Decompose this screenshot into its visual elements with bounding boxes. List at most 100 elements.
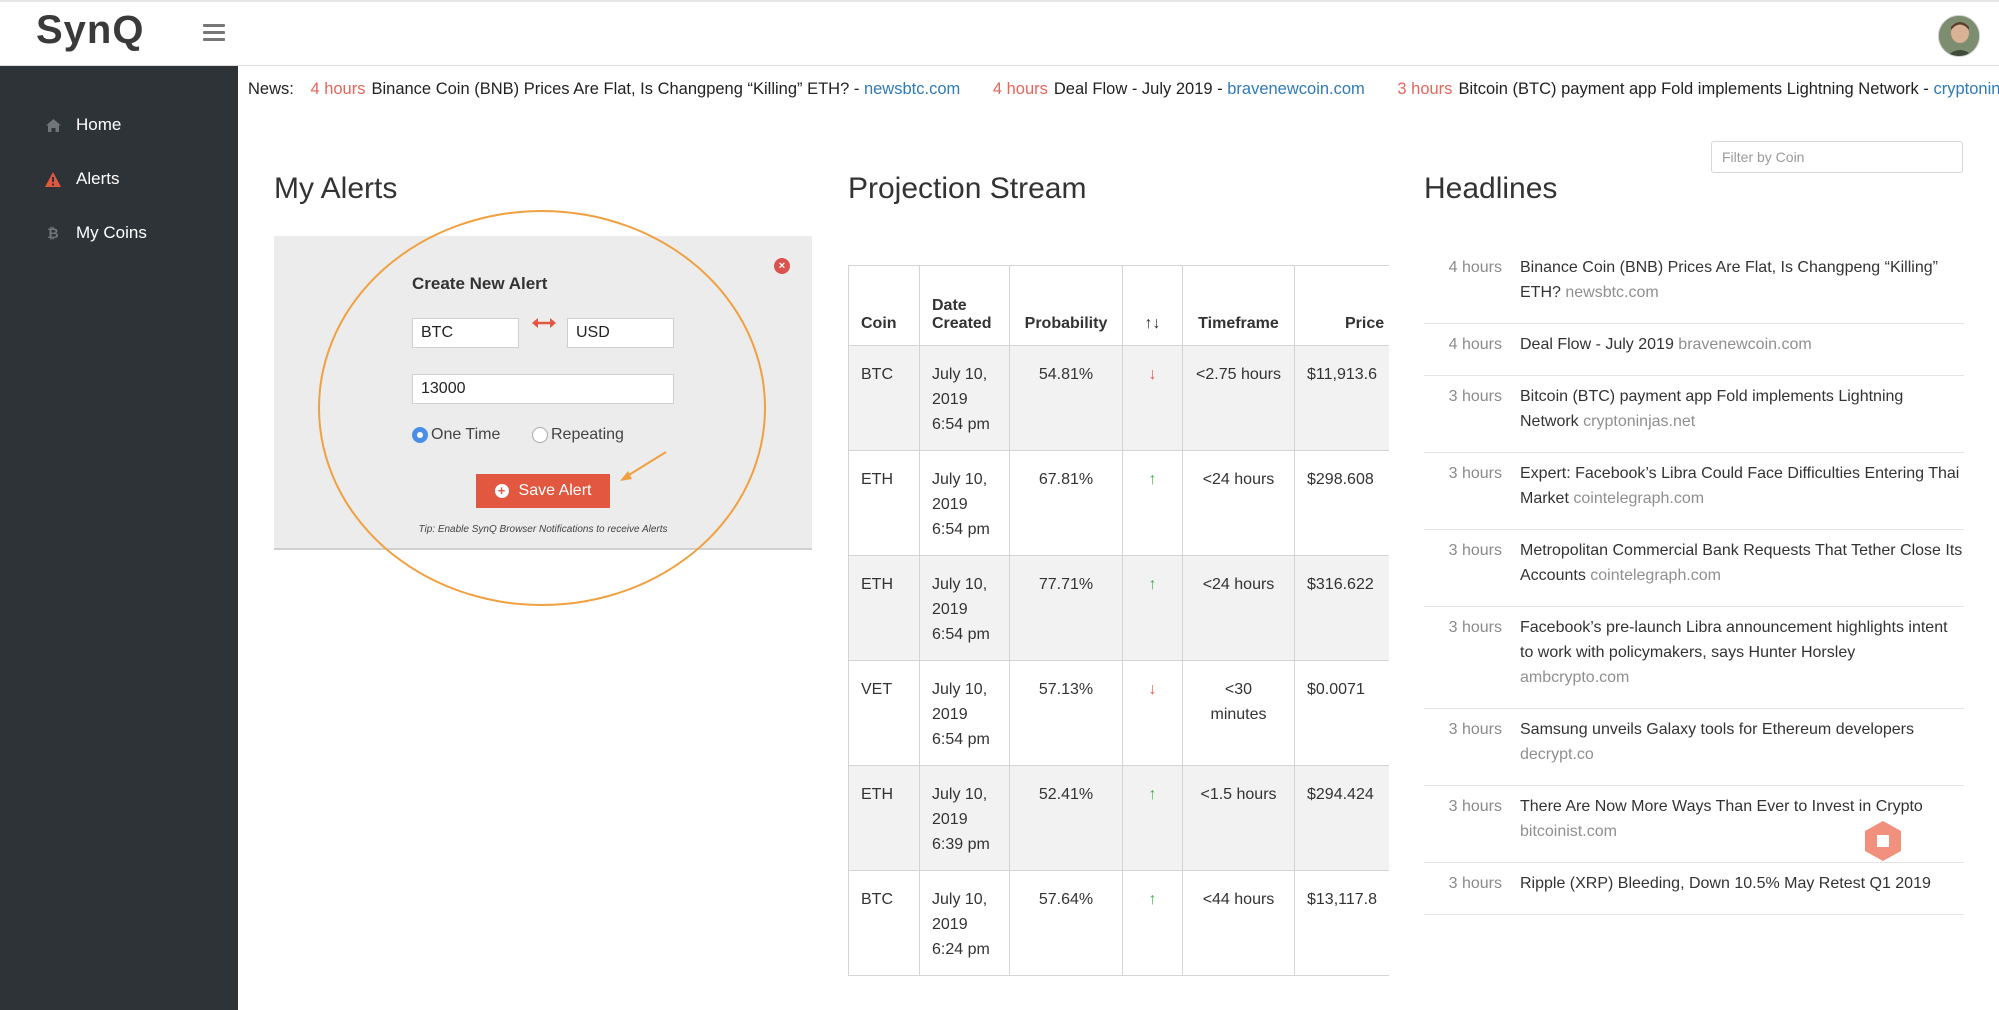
close-icon[interactable]: ×: [774, 258, 790, 274]
news-time: 4 hours: [310, 80, 366, 98]
headline-text[interactable]: Expert: Facebook’s Libra Could Face Diff…: [1520, 461, 1964, 511]
projection-table-container[interactable]: Coin Date Created Probability ↑↓ Timefra…: [848, 265, 1389, 990]
cell-probability: 57.64%: [1009, 870, 1123, 976]
stop-button-icon[interactable]: [1862, 820, 1904, 862]
headline-text[interactable]: Metropolitan Commercial Bank Requests Th…: [1520, 538, 1964, 588]
projection-table: Coin Date Created Probability ↑↓ Timefra…: [848, 265, 1389, 976]
headline-text[interactable]: Bitcoin (BTC) payment app Fold implement…: [1520, 384, 1964, 434]
cell-date-created: July 10, 2019 6:54 pm: [919, 660, 1010, 766]
table-row[interactable]: VET July 10, 2019 6:54 pm 57.13% ↓ <30 minut…: [848, 660, 1389, 766]
menu-toggle-icon[interactable]: [203, 24, 225, 42]
warning-icon: [44, 170, 62, 188]
price-threshold-input[interactable]: [412, 374, 674, 404]
top-bar: SynQ: [0, 0, 1999, 66]
table-row[interactable]: BTC July 10, 2019 6:24 pm 57.64% ↑ <44 hours…: [848, 870, 1389, 976]
cell-price: $0.0071: [1294, 660, 1389, 766]
headline-title: Deal Flow - July 2019: [1520, 336, 1674, 353]
cell-timeframe: <2.75 hours: [1182, 345, 1295, 451]
news-item[interactable]: 4 hours Deal Flow - July 2019 - bravenewc…: [993, 80, 1370, 98]
headline-text[interactable]: Deal Flow - July 2019 bravenewcoin.com: [1520, 332, 1812, 357]
news-source-link[interactable]: newsbtc.com: [864, 80, 960, 98]
sidebar-item-label: Alerts: [76, 169, 120, 188]
headline-item[interactable]: 3 hours Expert: Facebook’s Libra Could Fa…: [1424, 453, 1964, 530]
headline-source-link[interactable]: decrypt.co: [1520, 746, 1594, 763]
headline-item[interactable]: 3 hours Facebook’s pre-launch Libra annou…: [1424, 607, 1964, 709]
table-row[interactable]: BTC July 10, 2019 6:54 pm 54.81% ↓ <2.75 hou…: [848, 345, 1389, 451]
cell-date-created: July 10, 2019 6:54 pm: [919, 555, 1010, 661]
column-header-coin[interactable]: Coin: [848, 265, 920, 346]
cell-price: $316.622: [1294, 555, 1389, 661]
news-title: Binance Coin (BNB) Prices Are Flat, Is C…: [371, 80, 860, 98]
arrow-up-icon: ↑: [1122, 765, 1183, 871]
cell-date-created: July 10, 2019 6:54 pm: [919, 450, 1010, 556]
news-item[interactable]: 4 hours Binance Coin (BNB) Prices Are Fla…: [310, 80, 964, 98]
headline-item[interactable]: 4 hours Deal Flow - July 2019 bravenewcoi…: [1424, 324, 1964, 376]
headline-text[interactable]: Ripple (XRP) Bleeding, Down 10.5% May Re…: [1520, 871, 1931, 896]
cell-probability: 57.13%: [1009, 660, 1123, 766]
headline-item[interactable]: 3 hours Metropolitan Commercial Bank Requ…: [1424, 530, 1964, 607]
headline-item[interactable]: 3 hours Samsung unveils Galaxy tools for …: [1424, 709, 1964, 786]
headline-item[interactable]: 4 hours Binance Coin (BNB) Prices Are Fla…: [1424, 247, 1964, 324]
headline-source-link[interactable]: cointelegraph.com: [1573, 490, 1704, 507]
column-header-timeframe[interactable]: Timeframe: [1182, 265, 1295, 346]
cell-price: $11,913.6: [1294, 345, 1389, 451]
news-source-link[interactable]: cryptoninjas.net: [1933, 80, 1999, 98]
cell-price: $298.608: [1294, 450, 1389, 556]
one-time-label: One Time: [431, 426, 501, 443]
news-time: 3 hours: [1397, 80, 1453, 98]
news-source-link[interactable]: bravenewcoin.com: [1227, 80, 1365, 98]
news-item[interactable]: 3 hours Bitcoin (BTC) payment app Fold im…: [1397, 80, 1999, 98]
table-row[interactable]: ETH July 10, 2019 6:54 pm 77.71% ↑ <24 hours…: [848, 555, 1389, 661]
headline-item[interactable]: 3 hours Ripple (XRP) Bleeding, Down 10.5%…: [1424, 863, 1964, 915]
one-time-radio[interactable]: One Time: [412, 426, 500, 444]
news-time: 4 hours: [992, 80, 1048, 98]
filter-by-coin-input[interactable]: [1711, 141, 1963, 173]
headline-time: 4 hours: [1448, 336, 1502, 353]
cell-coin: BTC: [848, 870, 920, 976]
sidebar: Home Alerts ₿ My Coins: [0, 66, 238, 1010]
from-currency-input[interactable]: [412, 318, 519, 348]
projection-stream-title: Projection Stream: [848, 172, 1087, 205]
cell-timeframe: <24 hours: [1182, 450, 1295, 556]
column-header-date-created[interactable]: Date Created: [919, 265, 1010, 346]
cell-coin: BTC: [848, 345, 920, 451]
sort-direction-icon[interactable]: ↑↓: [1122, 265, 1183, 346]
headline-text[interactable]: Facebook’s pre-launch Libra announcement…: [1520, 615, 1964, 690]
table-row[interactable]: ETH July 10, 2019 6:39 pm 52.41% ↑ <1.5 hour…: [848, 765, 1389, 871]
radio-selected-icon[interactable]: [412, 427, 428, 443]
save-alert-label: Save Alert: [518, 482, 592, 499]
swap-arrows-icon[interactable]: [532, 316, 556, 330]
headline-source-link[interactable]: bravenewcoin.com: [1678, 336, 1811, 353]
arrow-up-icon: ↑: [1122, 870, 1183, 976]
sidebar-item-home[interactable]: Home: [44, 110, 121, 140]
headline-text[interactable]: Samsung unveils Galaxy tools for Ethereu…: [1520, 717, 1964, 767]
cell-price: $294.424: [1294, 765, 1389, 871]
save-alert-button[interactable]: + Save Alert: [476, 474, 610, 508]
cell-probability: 77.71%: [1009, 555, 1123, 661]
column-header-probability[interactable]: Probability: [1009, 265, 1123, 346]
cell-price: $13,117.8: [1294, 870, 1389, 976]
table-row[interactable]: ETH July 10, 2019 6:54 pm 67.81% ↑ <24 hours…: [848, 450, 1389, 556]
sidebar-item-alerts[interactable]: Alerts: [44, 164, 119, 194]
cell-coin: VET: [848, 660, 920, 766]
app-logo[interactable]: SynQ: [36, 8, 144, 53]
user-avatar[interactable]: [1938, 15, 1980, 57]
headline-source-link[interactable]: ambcrypto.com: [1520, 669, 1629, 686]
headline-text[interactable]: Binance Coin (BNB) Prices Are Flat, Is C…: [1520, 255, 1964, 305]
headline-source-link[interactable]: cointelegraph.com: [1590, 567, 1721, 584]
cell-probability: 52.41%: [1009, 765, 1123, 871]
news-ticker: News: 4 hours Binance Coin (BNB) Prices A…: [238, 66, 1999, 112]
radio-unselected-icon[interactable]: [532, 427, 548, 443]
repeating-radio[interactable]: Repeating: [532, 426, 624, 444]
headline-source-link[interactable]: cryptoninjas.net: [1583, 413, 1695, 430]
headline-source-link[interactable]: newsbtc.com: [1565, 284, 1658, 301]
headline-time: 3 hours: [1448, 465, 1502, 482]
headline-time: 3 hours: [1448, 388, 1502, 405]
headline-title: Bitcoin (BTC) payment app Fold implement…: [1520, 388, 1904, 430]
to-currency-input[interactable]: [567, 318, 674, 348]
create-alert-card: Create New Alert × One Time Repeating + …: [274, 236, 812, 550]
sidebar-item-my-coins[interactable]: ₿ My Coins: [44, 218, 147, 248]
column-header-price[interactable]: Price: [1294, 265, 1389, 346]
headline-item[interactable]: 3 hours Bitcoin (BTC) payment app Fold im…: [1424, 376, 1964, 453]
headline-source-link[interactable]: bitcoinist.com: [1520, 823, 1617, 840]
